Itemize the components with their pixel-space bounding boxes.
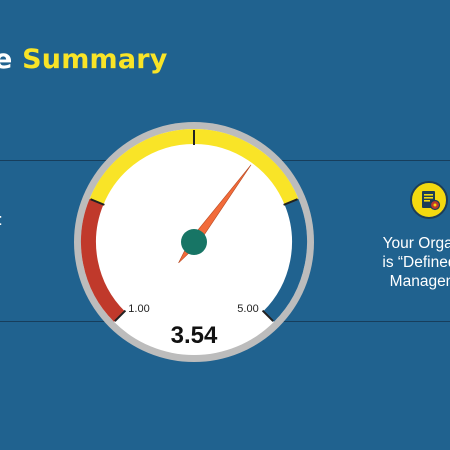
maturity-gauge: 1.00 5.00 [74,122,314,362]
gauge-max-label: 5.00 [237,303,258,315]
gauge-reading: 3.54 [170,322,218,349]
gauge-min-label: 1.00 [128,303,149,315]
gauge-hub [181,229,207,255]
